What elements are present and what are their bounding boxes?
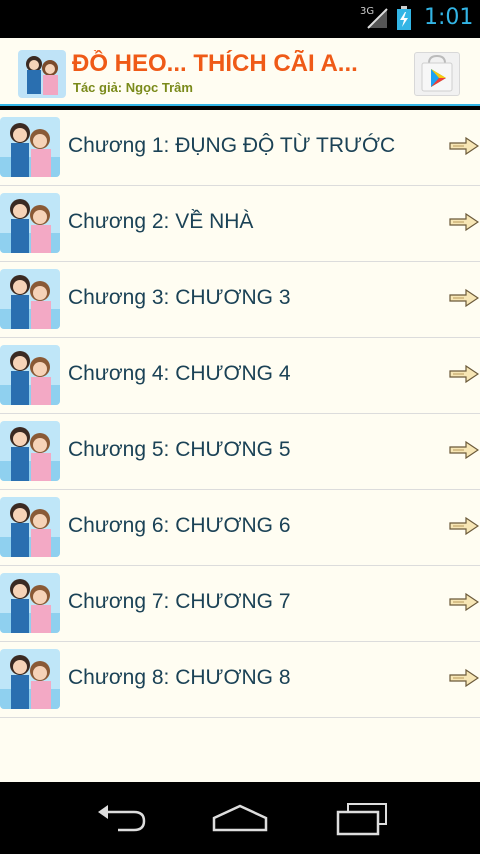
chapter-label: Chương 2: VỀ NHÀ [68, 210, 254, 233]
chapter-label: Chương 6: CHƯƠNG 6 [68, 514, 291, 537]
status-bar: 3G 1:01 [0, 0, 480, 38]
chapter-label: Chương 8: CHƯƠNG 8 [68, 666, 291, 689]
signal-icon [367, 8, 388, 29]
chapter-row[interactable]: Chương 7: CHƯƠNG 7 [0, 566, 480, 642]
chapter-thumbnail [0, 497, 60, 557]
book-author: Tác giả: Ngọc Trâm [73, 80, 193, 95]
arrow-right-icon [449, 136, 479, 156]
chapter-thumbnail [0, 269, 60, 329]
chapter-row[interactable]: Chương 6: CHƯƠNG 6 [0, 490, 480, 566]
play-store-button[interactable] [414, 52, 460, 96]
chapter-row[interactable]: Chương 1: ĐỤNG ĐỘ TỪ TRƯỚC [0, 110, 480, 186]
chapter-row[interactable]: Chương 8: CHƯƠNG 8 [0, 642, 480, 718]
chapter-row[interactable]: Chương 2: VỀ NHÀ [0, 186, 480, 262]
chapter-thumbnail [0, 193, 60, 253]
play-store-icon [421, 54, 453, 92]
book-cover-image [18, 50, 66, 98]
arrow-right-icon [449, 364, 479, 384]
chapter-label: Chương 3: CHƯƠNG 3 [68, 286, 291, 309]
chapter-label: Chương 4: CHƯƠNG 4 [68, 362, 291, 385]
arrow-right-icon [449, 516, 479, 536]
arrow-right-icon [449, 288, 479, 308]
chapter-thumbnail [0, 573, 60, 633]
arrow-right-icon [449, 592, 479, 612]
chapter-row[interactable]: Chương 5: CHƯƠNG 5 [0, 414, 480, 490]
chapter-thumbnail [0, 649, 60, 709]
arrow-right-icon [449, 668, 479, 688]
battery-charging-icon [397, 6, 411, 30]
chapter-label: Chương 1: ĐỤNG ĐỘ TỪ TRƯỚC [68, 134, 396, 157]
chapter-list: Chương 1: ĐỤNG ĐỘ TỪ TRƯỚC Chương 2: VỀ … [0, 110, 480, 782]
navigation-bar [0, 782, 480, 854]
clock: 1:01 [424, 5, 474, 30]
recent-apps-icon[interactable] [332, 800, 392, 836]
chapter-thumbnail [0, 421, 60, 481]
back-icon[interactable] [90, 800, 150, 836]
arrow-right-icon [449, 440, 479, 460]
chapter-thumbnail [0, 117, 60, 177]
chapter-label: Chương 7: CHƯƠNG 7 [68, 590, 291, 613]
arrow-right-icon [449, 212, 479, 232]
chapter-row[interactable]: Chương 4: CHƯƠNG 4 [0, 338, 480, 414]
chapter-row[interactable]: Chương 3: CHƯƠNG 3 [0, 262, 480, 338]
chapter-label: Chương 5: CHƯƠNG 5 [68, 438, 291, 461]
chapter-thumbnail [0, 345, 60, 405]
app-header: ĐỒ HEO... THÍCH CÃI A... Tác giả: Ngọc T… [0, 38, 480, 106]
home-icon[interactable] [210, 800, 270, 836]
book-title: ĐỒ HEO... THÍCH CÃI A... [72, 50, 358, 77]
